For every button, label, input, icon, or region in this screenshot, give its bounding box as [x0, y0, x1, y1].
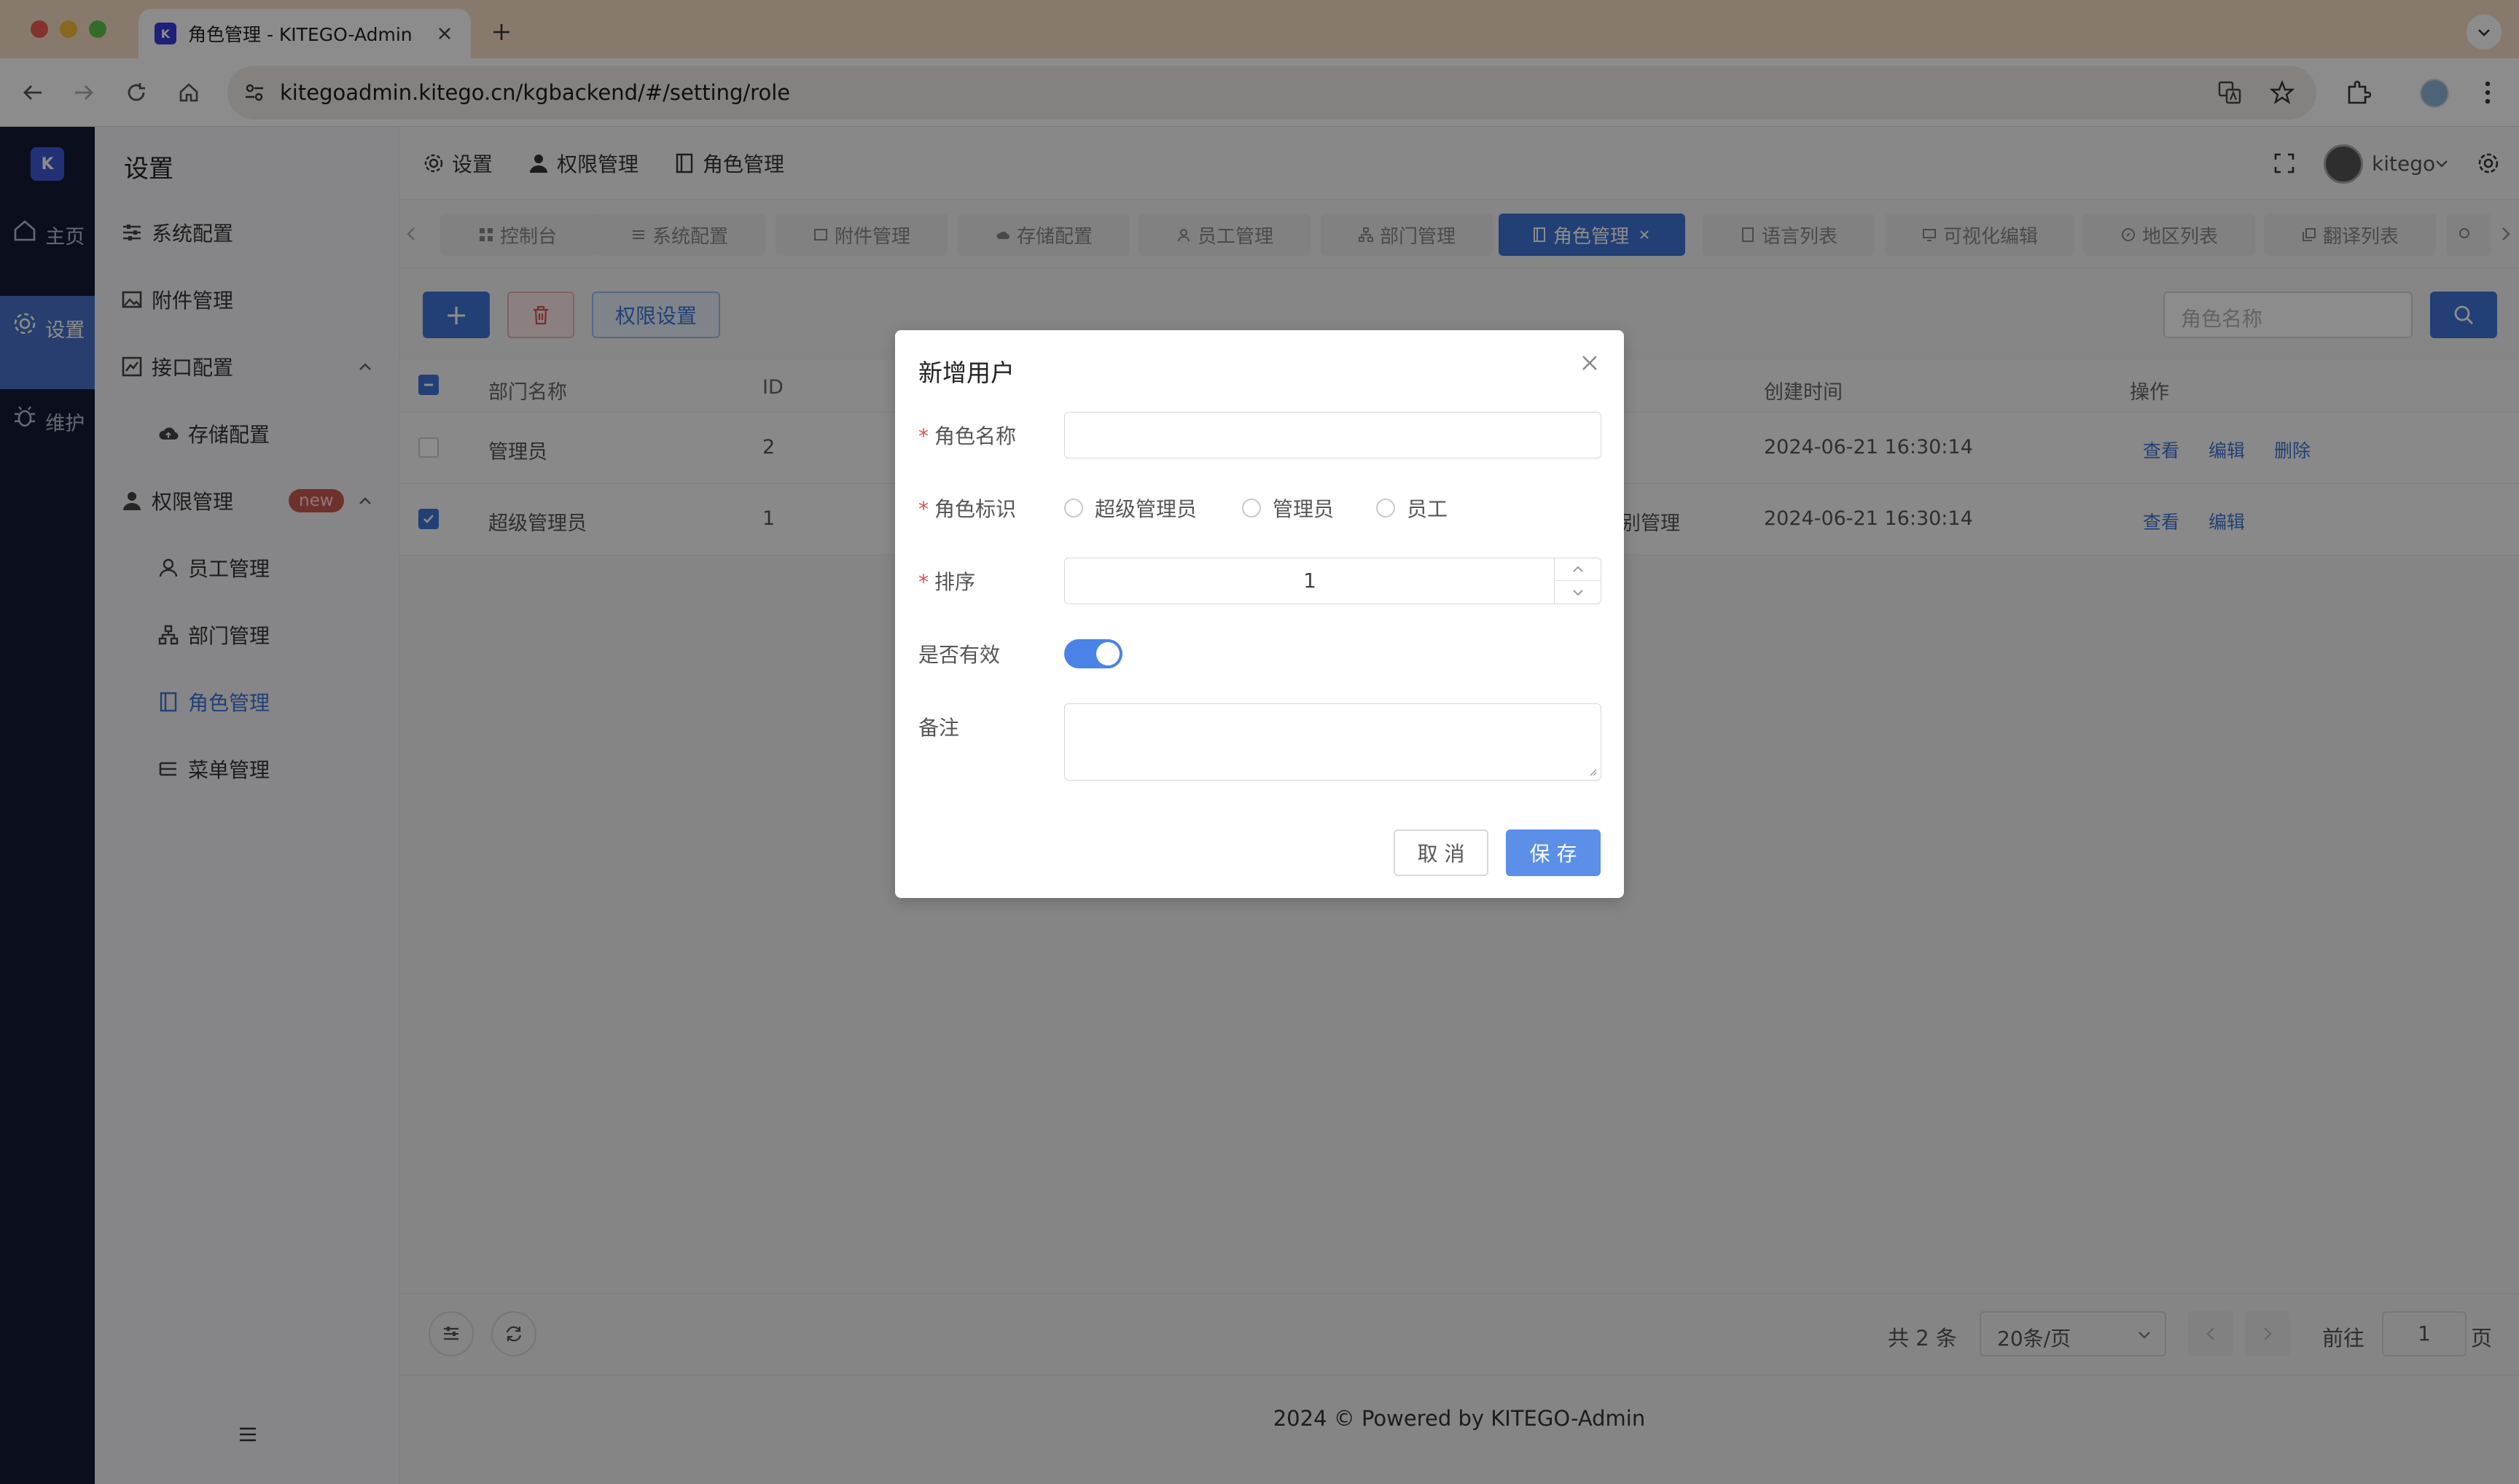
role-name-label: * 角色名称	[918, 421, 1016, 450]
required-mark: *	[918, 424, 929, 448]
radio-label: 超级管理员	[1095, 497, 1198, 521]
dialog-title: 新增用户	[918, 359, 1015, 387]
cancel-button[interactable]: 取 消	[1394, 829, 1488, 876]
sort-value: 1	[1303, 569, 1316, 593]
label-text: 角色标识	[934, 497, 1017, 521]
role-name-input[interactable]	[1064, 412, 1601, 458]
label-text: 角色名称	[934, 424, 1017, 448]
save-button[interactable]: 保 存	[1506, 829, 1601, 876]
sort-stepper[interactable]: 1	[1064, 558, 1601, 604]
add-user-dialog: 新增用户 * 角色名称 * 角色标识 超级管理员 管理员 员工 * 排序 1 是否有效…	[895, 330, 1624, 898]
radio-dot	[1064, 499, 1083, 518]
radio-admin[interactable]: 管理员	[1242, 493, 1334, 523]
close-icon[interactable]	[1577, 351, 1602, 375]
decrement-button[interactable]	[1554, 581, 1601, 604]
radio-dot	[1376, 499, 1395, 518]
active-toggle[interactable]	[1064, 639, 1122, 668]
required-mark: *	[918, 570, 929, 594]
radio-employee[interactable]: 员工	[1376, 493, 1448, 523]
radio-super-admin[interactable]: 超级管理员	[1064, 493, 1197, 523]
resize-handle-icon[interactable]	[1587, 767, 1598, 777]
role-key-label: * 角色标识	[918, 493, 1016, 523]
radio-dot	[1242, 499, 1261, 518]
radio-label: 员工	[1407, 497, 1448, 521]
remark-label: 备注	[918, 716, 960, 740]
sort-label: * 排序	[918, 566, 975, 595]
required-mark: *	[918, 497, 929, 521]
remark-textarea[interactable]	[1064, 703, 1601, 781]
increment-button[interactable]	[1554, 558, 1601, 581]
label-text: 排序	[934, 570, 976, 594]
radio-label: 管理员	[1273, 497, 1335, 521]
active-label: 是否有效	[918, 643, 1001, 667]
toggle-knob	[1096, 642, 1120, 665]
